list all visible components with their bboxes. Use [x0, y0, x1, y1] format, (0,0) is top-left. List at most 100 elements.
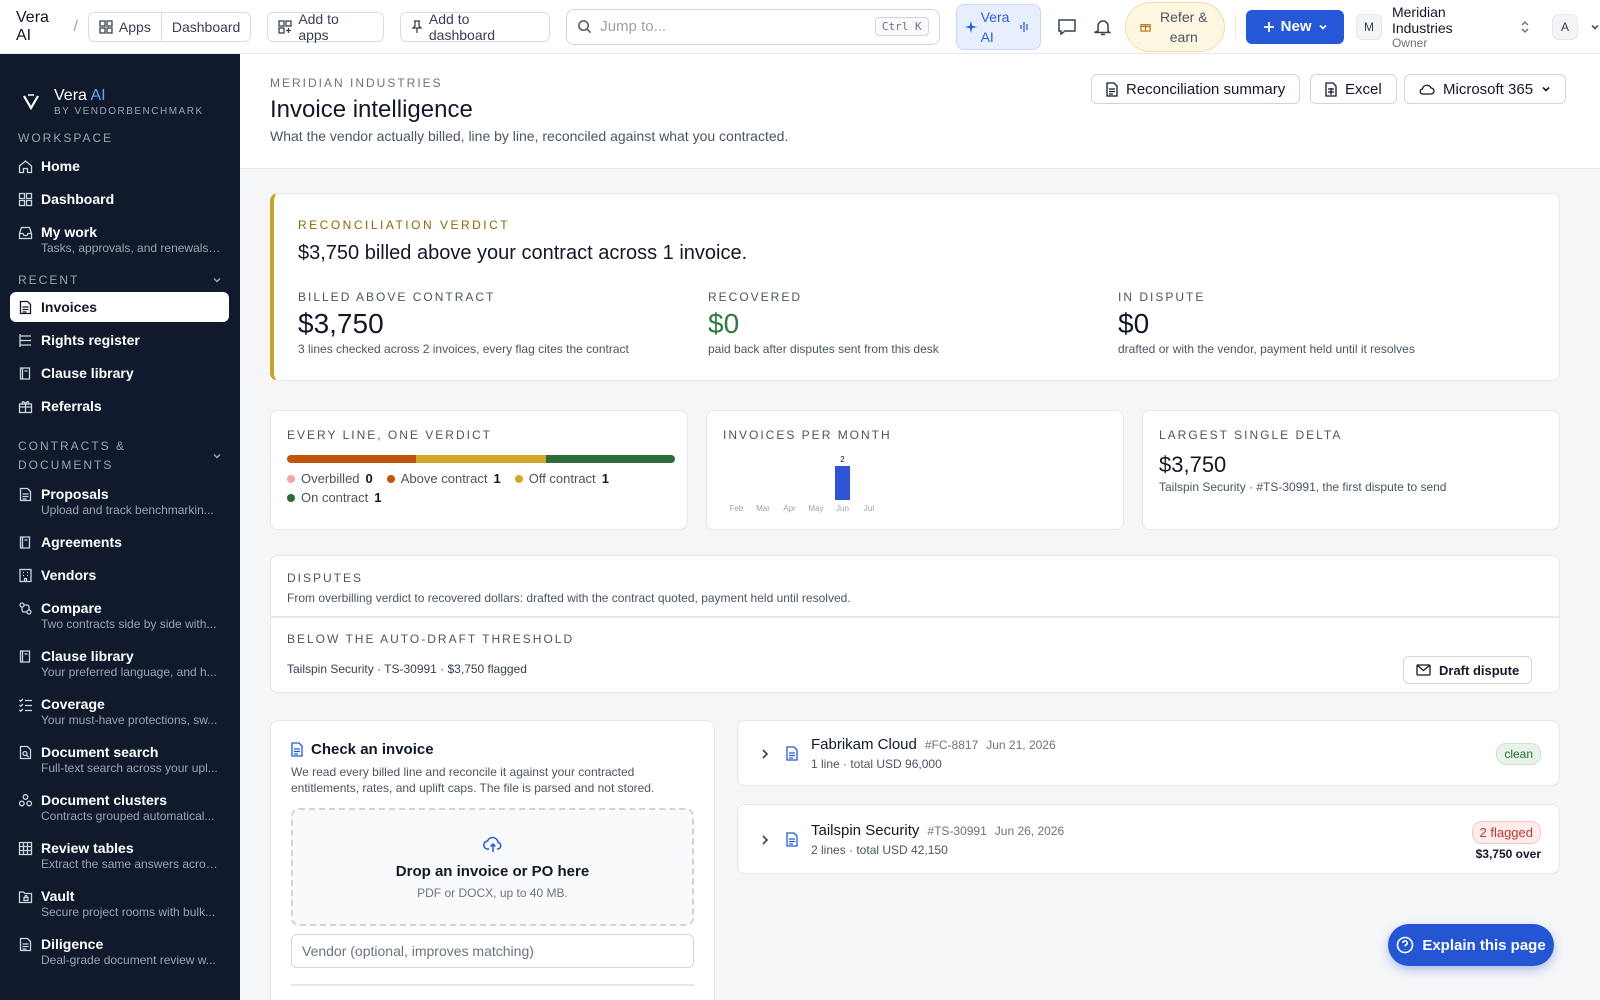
reconciliation-verdict-card: RECONCILIATION VERDICT $3,750 billed abo… — [270, 193, 1560, 381]
table-icon — [18, 841, 33, 856]
new-button[interactable]: New — [1246, 9, 1345, 44]
invoice-dropzone[interactable]: Drop an invoice or PO here PDF or DOCX, … — [291, 808, 694, 926]
document-icon — [19, 937, 32, 952]
sidebar-item-home[interactable]: Home — [0, 151, 230, 181]
tick-label-feb: Feb — [730, 504, 744, 513]
largest-delta-card: LARGEST SINGLE DELTA $3,750 Tailspin Sec… — [1142, 410, 1560, 530]
org-switcher[interactable]: M Meridian Industries Owner — [1356, 4, 1530, 50]
invoices-per-month-card: INVOICES PER MONTH Feb Mar Apr May Jun 2 Jul — [706, 410, 1124, 530]
vera-ai-button[interactable]: Vera AI — [955, 3, 1042, 50]
doc-search-icon — [19, 745, 32, 760]
sidebar-item-desc: Secure project rooms with bulk... — [41, 905, 216, 919]
page-title: Invoice intelligence — [270, 96, 473, 123]
chevron-down-icon — [213, 453, 221, 459]
kpi-desc: 3 lines checked across 2 invoices, every… — [298, 342, 629, 356]
sidebar-item-review-tables[interactable]: Review tables Extract the same answers ac… — [0, 833, 230, 878]
draft-dispute-button[interactable]: Draft dispute — [1403, 656, 1533, 684]
sidebar-item-dashboard[interactable]: Dashboard — [0, 184, 230, 214]
apps-button[interactable]: Apps — [89, 13, 161, 41]
status-badge: clean — [1496, 743, 1541, 765]
section-recent[interactable]: RECENT — [0, 273, 240, 287]
kpi-billed-above-contract: BILLED ABOVE CONTRACT $3,750 3 lines check… — [298, 290, 629, 356]
check-invoice-desc: We read every billed line and reconcile … — [291, 765, 655, 795]
sidebar-item-desc: Your preferred language, and h... — [41, 665, 217, 679]
chevron-down-icon — [213, 277, 221, 283]
document-icon — [786, 746, 798, 761]
invoice-date: Jun 26, 2026 — [994, 824, 1065, 838]
legend-label: Off contract — [528, 471, 596, 486]
help-circle-icon — [1397, 936, 1414, 954]
invoice-row[interactable]: Fabrikam Cloud #FC-8817 Jun 21, 2026 1 line… — [737, 720, 1560, 786]
sidebar-item-referrals[interactable]: Referrals — [0, 391, 230, 421]
chevron-right-icon[interactable] — [760, 748, 770, 760]
main-content: MERIDIAN INDUSTRIES Invoice intelligence… — [240, 54, 1600, 1000]
tick-label-jun: Jun — [836, 504, 849, 513]
add-to-dashboard-label: Add to dashboard — [428, 10, 496, 43]
sidebar-item-label: Clause library — [41, 365, 134, 381]
book-icon — [19, 650, 31, 663]
top-bar: Vera AI / Apps Dashboard Add to apps Add… — [0, 0, 1600, 54]
bell-icon — [1094, 19, 1112, 35]
explain-this-page-button[interactable]: Explain this page — [1388, 924, 1554, 966]
chevron-right-icon[interactable] — [760, 834, 770, 846]
reconciliation-summary-button[interactable]: Reconciliation summary — [1091, 74, 1301, 104]
refer-earn-button[interactable]: Refer & earn — [1125, 1, 1226, 52]
sidebar-item-document-clusters[interactable]: Document clusters Contracts grouped autom… — [0, 785, 230, 830]
sidebar-logo[interactable]: Vera AI BY VENDORBENCHMARK — [0, 54, 240, 128]
sidebar-item-clause-library[interactable]: Clause library Your preferred language, a… — [0, 641, 230, 686]
invoice-row[interactable]: Tailspin Security #TS-30991 Jun 26, 2026 2 … — [737, 804, 1560, 874]
sidebar-item-vault[interactable]: Vault Secure project rooms with bulk... — [0, 881, 230, 926]
dropzone-title: Drop an invoice or PO here — [395, 862, 590, 880]
chevron-down-icon — [1318, 24, 1327, 30]
grid-plus-icon — [278, 19, 292, 34]
sidebar-item-invoices[interactable]: Invoices — [10, 292, 229, 322]
sidebar-item-compare[interactable]: Compare Two contracts side by side with..… — [0, 593, 230, 638]
sidebar-item-document-search[interactable]: Document search Full-text search across y… — [0, 737, 230, 782]
section-contracts[interactable]: CONTRACTS & DOCUMENTS — [0, 437, 240, 475]
invoices-per-month-chart: Feb Mar Apr May Jun 2 Jul — [730, 455, 875, 513]
sidebar-item-my-work[interactable]: My work Tasks, approvals, and renewals ..… — [0, 217, 230, 262]
microsoft-365-dropdown[interactable]: Microsoft 365 — [1404, 74, 1567, 104]
brand-name[interactable]: Vera AI — [16, 9, 67, 45]
tick-label-jul: Jul — [864, 504, 874, 513]
invoice-number: #FC-8817 — [924, 738, 979, 752]
sidebar-item-desc: Your must-have protections, sw... — [41, 713, 218, 727]
data-label-jun: 2 — [840, 455, 845, 464]
page-eyebrow: MERIDIAN INDUSTRIES — [270, 76, 443, 90]
dashboard-label: Dashboard — [171, 18, 241, 35]
invoices-per-month-label: INVOICES PER MONTH — [723, 428, 892, 442]
disputes-card: DISPUTES From overbilling verdict to rec… — [270, 555, 1560, 693]
chat-button[interactable] — [1053, 13, 1081, 41]
vera-logo-icon — [23, 94, 39, 111]
notifications-button[interactable] — [1089, 13, 1117, 41]
sidebar-item-coverage[interactable]: Coverage Your must-have protections, sw..… — [0, 689, 230, 734]
building-icon — [19, 568, 32, 583]
user-menu[interactable]: A — [1551, 13, 1600, 40]
apps-dashboard-switcher: Apps Dashboard — [87, 11, 252, 42]
sidebar-item-label: Document search — [41, 744, 159, 760]
sidebar-item-proposals[interactable]: Proposals Upload and track benchmarkin... — [0, 479, 230, 524]
sidebar-item-vendors[interactable]: Vendors — [0, 560, 230, 590]
sidebar-item-diligence[interactable]: Diligence Deal-grade document review w... — [0, 929, 230, 974]
dashboard-link[interactable]: Dashboard — [160, 12, 251, 41]
vendor-input[interactable]: Vendor (optional, improves matching) — [291, 934, 694, 968]
sidebar-item-desc: Full-text search across your upl... — [41, 761, 218, 775]
add-to-apps-button[interactable]: Add to apps — [267, 11, 384, 43]
dropzone-sub: PDF or DOCX, up to 40 MB. — [417, 885, 568, 900]
excel-button[interactable]: Excel — [1310, 74, 1397, 104]
sidebar-item-agreements[interactable]: Agreements — [0, 527, 230, 557]
check-invoice-card: Check an invoice We read every billed li… — [270, 720, 715, 1000]
topbar-divider — [1235, 15, 1237, 38]
search-input[interactable]: Jump to... Ctrl K — [566, 8, 940, 45]
sidebar-item-label: Vendors — [41, 567, 97, 583]
sidebar-item-label: Diligence — [41, 936, 104, 952]
sidebar-item-label: Coverage — [41, 696, 105, 712]
sidebar-item-clause-library[interactable]: Clause library — [0, 358, 230, 388]
line-verdict-bar — [287, 455, 675, 463]
mail-icon — [1416, 664, 1431, 676]
vera-ai-label: Vera AI — [980, 8, 1010, 45]
add-to-dashboard-button[interactable]: Add to dashboard — [399, 10, 551, 43]
sidebar-item-label: Agreements — [41, 534, 122, 550]
sidebar-item-rights-register[interactable]: Rights register — [0, 325, 230, 355]
status-badge: 2 flagged — [1471, 821, 1541, 844]
